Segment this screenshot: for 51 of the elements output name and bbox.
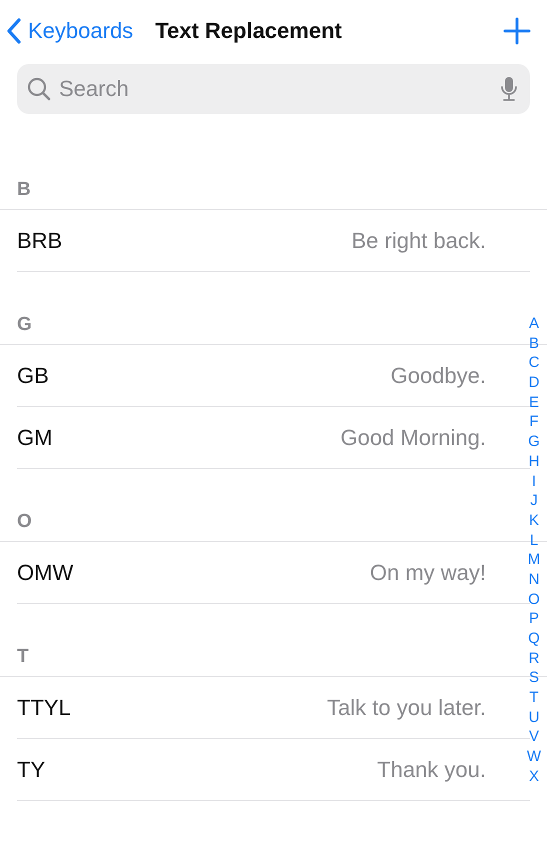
index-letter[interactable]: K [528, 510, 539, 531]
index-letter[interactable]: V [528, 727, 539, 748]
shortcut-text: GB [17, 362, 49, 388]
index-letter[interactable]: D [528, 373, 540, 393]
add-icon[interactable] [503, 17, 531, 45]
replacement-row[interactable]: OMW On my way! [17, 542, 530, 604]
index-letter[interactable]: E [528, 392, 539, 412]
screen-title: Text Replacement [155, 18, 343, 44]
replacement-row[interactable]: TTYL Talk to you later. [17, 677, 530, 739]
section-header: B [16, 179, 32, 202]
phrase-text: Thank you. [377, 756, 486, 782]
shortcut-text: TTYL [17, 694, 71, 720]
index-letter[interactable]: F [529, 412, 539, 432]
index-letter[interactable]: X [528, 766, 539, 786]
chevron-icon [6, 18, 22, 44]
section-header: T [16, 646, 30, 669]
back-button[interactable]: Keyboards [6, 18, 134, 44]
index-letter[interactable]: S [528, 668, 539, 688]
index-letter[interactable]: B [528, 334, 539, 354]
section-header: G [16, 314, 33, 337]
index-letter[interactable]: L [530, 530, 538, 550]
search-icon [27, 77, 51, 101]
index-letter[interactable]: G [528, 432, 540, 452]
index-letter[interactable]: O [528, 590, 540, 610]
search-field[interactable]: Search [17, 64, 530, 114]
shortcut-text: OMW [17, 560, 74, 586]
phrase-text: Good Morning. [340, 424, 486, 450]
replacement-row[interactable]: GM Good Morning. [17, 407, 530, 469]
phrase-text: On my way! [370, 560, 486, 586]
replacement-row[interactable]: GB Goodbye. [17, 345, 530, 407]
index-letter[interactable]: Q [528, 629, 540, 649]
index-letter[interactable]: T [529, 688, 539, 708]
index-letter[interactable]: P [528, 609, 539, 629]
index-letter[interactable]: C [528, 353, 540, 374]
phrase-text: Talk to you later. [327, 694, 486, 720]
index-letter[interactable]: N [528, 570, 540, 590]
index-letter[interactable]: J [530, 491, 538, 511]
phrase-text: Be right back. [351, 228, 486, 254]
shortcut-text: BRB [17, 228, 62, 254]
section-header: O [16, 511, 33, 534]
phrase-text: Goodbye. [390, 362, 486, 388]
microphone-icon[interactable] [500, 76, 518, 102]
replacement-row[interactable]: BRB Be right back. [17, 210, 530, 272]
index-letter[interactable]: A [528, 314, 539, 334]
index-letter[interactable]: R [528, 648, 540, 668]
shortcut-text: GM [17, 424, 52, 450]
index-letter[interactable]: M [528, 550, 540, 570]
index-letter[interactable]: U [528, 708, 540, 728]
index-letter[interactable]: I [532, 472, 536, 492]
index-letter[interactable]: H [528, 452, 540, 472]
shortcut-text: TY [17, 756, 46, 782]
